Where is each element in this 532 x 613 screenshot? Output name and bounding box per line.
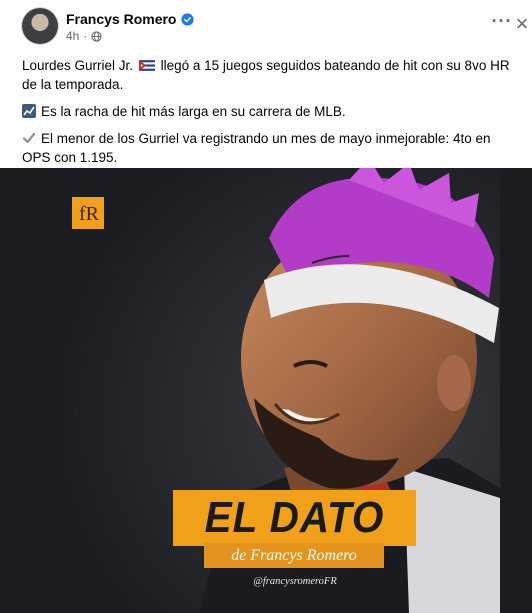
post-image[interactable]: fR EL DATO de Francys Romero @francysrom… [0, 168, 532, 613]
post-header: Francys Romero 4h · ··· × [0, 0, 532, 50]
paragraph-3-text: El menor de los Gurriel va registrando u… [22, 131, 491, 165]
author-avatar[interactable] [22, 8, 58, 44]
post-card: Francys Romero 4h · ··· × Lourdes Gurrie… [0, 0, 532, 613]
author-name-row: Francys Romero [66, 11, 195, 27]
post-paragraph-2: Es la racha de hit más larga en su carre… [22, 102, 522, 121]
el-dato-graphic: fR EL DATO de Francys Romero @francysrom… [49, 168, 500, 613]
check-icon [22, 132, 36, 144]
meta-dot: · [83, 29, 88, 43]
svg-text:fR: fR [79, 203, 99, 225]
fr-logo-mark: fR [79, 203, 99, 225]
cuba-flag-icon [138, 60, 155, 71]
globe-icon [91, 30, 102, 42]
graphic-subtitle: de Francys Romero [231, 547, 357, 564]
post-meta: 4h · [66, 29, 102, 43]
verified-badge-icon [181, 12, 195, 26]
author-name[interactable]: Francys Romero [66, 11, 176, 27]
player-name-text: Lourdes Gurriel Jr. [22, 58, 134, 73]
post-paragraph-1: Lourdes Gurriel Jr. llegó a 15 juegos se… [22, 56, 522, 94]
close-button[interactable]: × [512, 8, 532, 40]
paragraph-2-text: Es la racha de hit más larga en su carre… [41, 104, 346, 119]
graphic-handle: @francysromeroFR [253, 576, 337, 587]
post-paragraph-3: El menor de los Gurriel va registrando u… [22, 129, 522, 167]
title-banner: EL DATO [173, 490, 416, 546]
graphic-title: EL DATO [204, 493, 385, 542]
post-body: Lourdes Gurriel Jr. llegó a 15 juegos se… [22, 56, 522, 175]
post-time[interactable]: 4h [66, 29, 79, 43]
chart-icon [22, 104, 36, 118]
subtitle-banner: de Francys Romero [204, 543, 384, 568]
fr-logo: fR [72, 197, 104, 229]
